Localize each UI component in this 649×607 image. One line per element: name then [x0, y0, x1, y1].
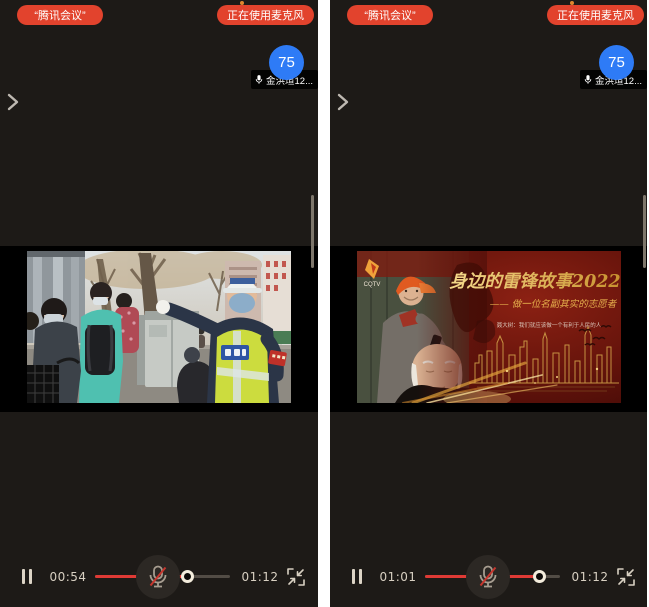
mic-in-use-banner[interactable]: 正在使用麦克风 — [547, 5, 644, 25]
total-time: 01:12 — [234, 570, 286, 584]
total-time: 01:12 — [564, 570, 616, 584]
two-phone-screenshots: “腾讯会议” 正在使用麦克风 75 金洪瑄12... — [0, 0, 649, 607]
muted-mic-icon — [477, 564, 499, 590]
participant-count-badge[interactable]: 75 — [269, 45, 304, 80]
poster-logo-text: CQTV — [364, 282, 381, 288]
video-frame[interactable]: CQTV 身边的雷锋故事2022 —— 做一位名副其实的志愿者 聂大树：我们就应… — [357, 251, 621, 403]
street-scene-illustration — [27, 251, 291, 403]
app-name-banner[interactable]: “腾讯会议” — [17, 5, 103, 25]
scrollbar-thumb[interactable] — [311, 195, 314, 268]
phone-screenshot-left: “腾讯会议” 正在使用麦克风 75 金洪瑄12... — [0, 0, 318, 607]
progress-knob[interactable] — [533, 570, 546, 583]
scrollbar-thumb[interactable] — [643, 195, 646, 268]
shrink-icon — [286, 567, 306, 587]
current-time: 01:01 — [372, 570, 424, 584]
mic-icon — [584, 74, 592, 85]
mute-mic-button[interactable] — [466, 555, 510, 599]
poster-title: 身边的雷锋故事2022 — [449, 271, 620, 292]
expand-chevron-icon[interactable] — [6, 92, 20, 112]
phone-screenshot-right: “腾讯会议” 正在使用麦克风 75 金洪瑄12... — [330, 0, 647, 607]
mic-indicator-dot — [240, 1, 244, 5]
pause-button[interactable] — [352, 569, 362, 584]
poster-quote: 聂大树：我们就应该做一个有利于人民的人 — [497, 321, 602, 329]
mute-mic-button[interactable] — [136, 555, 180, 599]
current-time: 00:54 — [42, 570, 94, 584]
progress-knob[interactable] — [181, 570, 194, 583]
video-frame[interactable] — [27, 251, 291, 403]
app-name-banner[interactable]: “腾讯会议” — [347, 5, 433, 25]
shrink-icon — [616, 567, 636, 587]
exit-fullscreen-button[interactable] — [616, 567, 636, 587]
exit-fullscreen-button[interactable] — [286, 567, 306, 587]
poster-subtitle: —— 做一位名副其实的志愿者 — [490, 298, 618, 310]
expand-chevron-icon[interactable] — [336, 92, 350, 112]
mic-icon — [255, 74, 263, 85]
mic-in-use-banner[interactable]: 正在使用麦克风 — [217, 5, 314, 25]
mic-indicator-dot — [570, 1, 574, 5]
pause-button[interactable] — [22, 569, 32, 584]
participant-count-badge[interactable]: 75 — [599, 45, 634, 80]
muted-mic-icon — [147, 564, 169, 590]
leifeng-poster-illustration: CQTV 身边的雷锋故事2022 —— 做一位名副其实的志愿者 聂大树：我们就应… — [357, 251, 621, 403]
